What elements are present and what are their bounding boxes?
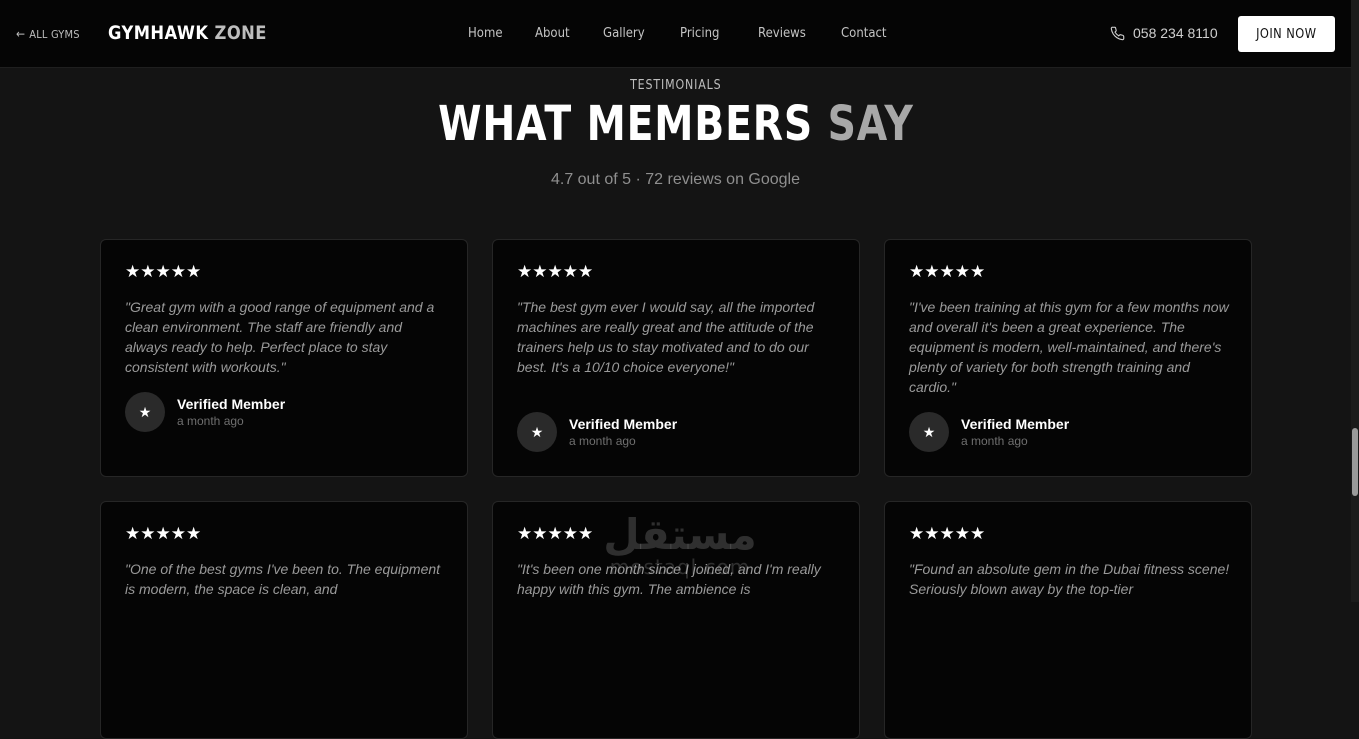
star-rating-icon: ★★★★★	[517, 262, 594, 281]
star-rating-icon: ★★★★★	[909, 262, 986, 281]
all-gyms-link[interactable]: ← ALL GYMS	[16, 27, 80, 41]
review-card: ★★★★★ "The best gym ever I would say, al…	[492, 239, 860, 477]
nav-home[interactable]: Home	[468, 26, 503, 41]
review-author: ★ Verified Member a month ago	[125, 392, 285, 432]
review-quote: "Found an absolute gem in the Dubai fitn…	[909, 561, 1230, 597]
nav-about[interactable]: About	[535, 26, 570, 41]
phone-link[interactable]: 058 234 8110	[1110, 25, 1218, 41]
review-quote: "It's been one month since I joined, and…	[517, 561, 821, 597]
star-rating-icon: ★★★★★	[517, 524, 594, 543]
review-quote: "One of the best gyms I've been to. The …	[125, 561, 441, 597]
author-name: Verified Member	[961, 416, 1070, 432]
review-card: ★★★★★ "Great gym with a good range of eq…	[100, 239, 468, 477]
logo-secondary: ZONE	[214, 22, 267, 44]
arrow-left-icon: ←	[16, 27, 26, 41]
join-now-button[interactable]: JOIN NOW	[1238, 16, 1335, 52]
review-quote: "I've been training at this gym for a fe…	[909, 299, 1229, 395]
author-name: Verified Member	[569, 416, 678, 432]
phone-icon	[1110, 26, 1125, 40]
review-card: ★★★★★ "I've been training at this gym fo…	[884, 239, 1252, 477]
review-author: ★ Verified Member a month ago	[517, 412, 677, 452]
site-header: ← ALL GYMS GYMHAWK ZONE Home About Galle…	[0, 0, 1351, 68]
rating-summary: 4.7 out of 5 · 72 reviews on Google	[550, 171, 801, 188]
logo-primary: GYMHAWK	[108, 22, 209, 44]
author-name: Verified Member	[177, 396, 286, 412]
review-card: ★★★★★ "It's been one month since I joine…	[492, 501, 860, 739]
avatar-star-icon: ★	[517, 412, 557, 452]
logo[interactable]: GYMHAWK ZONE	[108, 22, 267, 44]
review-card: ★★★★★ "Found an absolute gem in the Duba…	[884, 501, 1252, 739]
section-title: WHAT MEMBERS SAY	[0, 96, 1351, 152]
avatar-star-icon: ★	[125, 392, 165, 432]
review-author: ★ Verified Member a month ago	[909, 412, 1069, 452]
eyebrow-text: TESTIMONIALS	[629, 78, 722, 93]
nav-reviews[interactable]: Reviews	[758, 26, 806, 41]
section-eyebrow: TESTIMONIALS	[0, 78, 1351, 93]
review-time: a month ago	[177, 414, 244, 428]
title-secondary: SAY	[827, 96, 914, 152]
review-time: a month ago	[961, 434, 1028, 448]
review-time: a month ago	[569, 434, 636, 448]
nav-contact[interactable]: Contact	[841, 26, 887, 41]
review-quote: "Great gym with a good range of equipmen…	[125, 299, 435, 375]
join-now-label: JOIN NOW	[1256, 26, 1317, 42]
avatar-star-icon: ★	[909, 412, 949, 452]
star-rating-icon: ★★★★★	[909, 524, 986, 543]
nav-pricing[interactable]: Pricing	[680, 26, 719, 41]
star-rating-icon: ★★★★★	[125, 262, 202, 281]
review-card: ★★★★★ "One of the best gyms I've been to…	[100, 501, 468, 739]
all-gyms-label: ALL GYMS	[29, 27, 80, 41]
star-rating-icon: ★★★★★	[125, 524, 202, 543]
review-quote: "The best gym ever I would say, all the …	[517, 299, 815, 375]
phone-number: 058 234 8110	[1133, 25, 1218, 41]
page-scrollbar[interactable]	[1351, 0, 1359, 602]
title-primary: WHAT MEMBERS	[437, 96, 813, 152]
nav-gallery[interactable]: Gallery	[603, 26, 645, 41]
scrollbar-thumb[interactable]	[1352, 428, 1358, 496]
